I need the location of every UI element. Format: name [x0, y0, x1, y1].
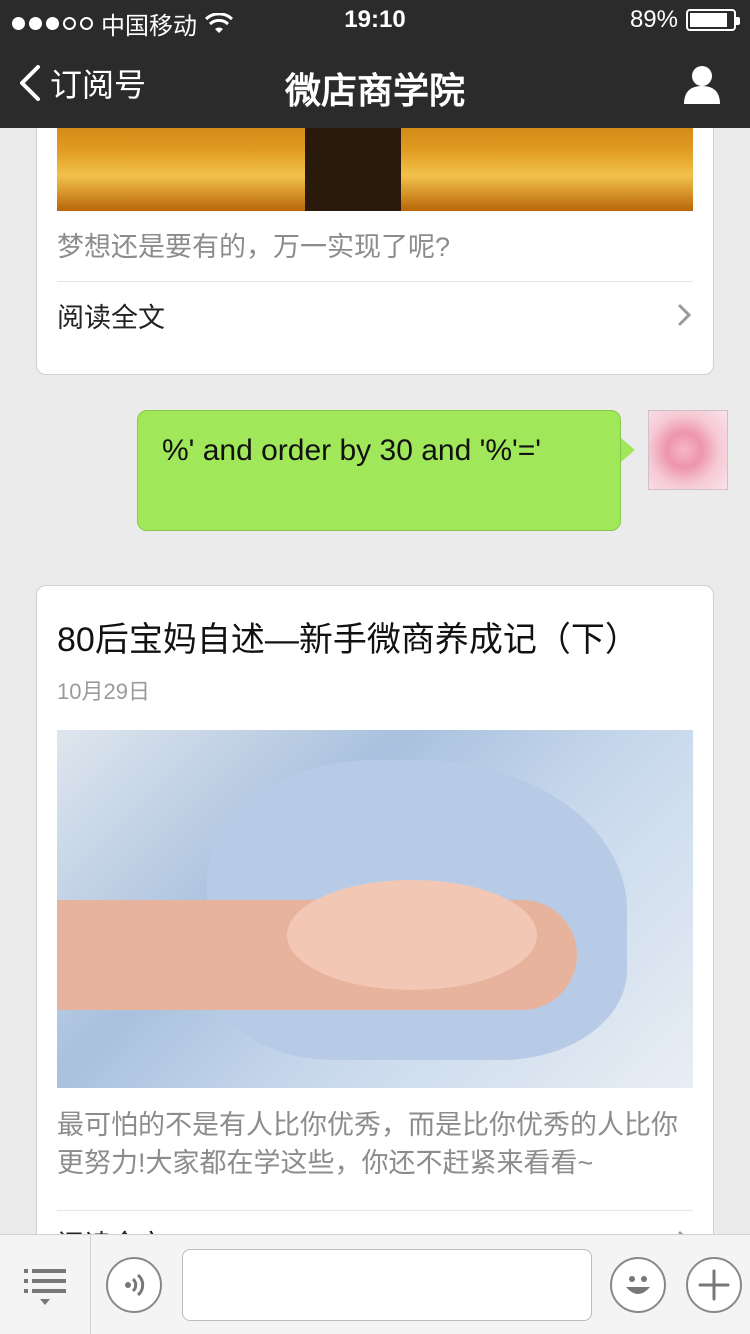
article-description: 最可怕的不是有人比你优秀，而是比你优秀的人比你更努力!大家都在学这些，你还不赶紧…	[57, 1110, 678, 1178]
message-input[interactable]	[182, 1249, 592, 1321]
smiley-icon	[626, 1276, 650, 1294]
read-more-label: 阅读全文	[57, 1223, 165, 1235]
article-headline[interactable]: 80后宝妈自述—新手微商养成记（下）	[57, 612, 639, 661]
read-more-link[interactable]: 阅读全文	[57, 1222, 693, 1234]
battery-icon	[686, 9, 740, 31]
plus-icon	[698, 1269, 730, 1301]
emoji-button[interactable]	[610, 1257, 666, 1313]
article-date: 10月29日	[57, 679, 150, 704]
top-bar: 中国移动 19:10 89% 订阅号 微店商学院	[0, 0, 750, 128]
read-more-link[interactable]: 阅读全文	[57, 295, 693, 335]
more-options-button[interactable]	[686, 1257, 742, 1313]
voice-icon	[125, 1273, 145, 1297]
battery-percent: 89%	[629, 6, 678, 33]
profile-icon[interactable]	[682, 64, 722, 104]
chat-content[interactable]: 梦想还是要有的，万一实现了呢? 阅读全文 %' and order by 30 …	[0, 128, 750, 1234]
article-card[interactable]: 80后宝妈自述—新手微商养成记（下） 10月29日 最可怕的不是有人比你优秀，而…	[36, 585, 714, 1234]
article-description: 梦想还是要有的，万一实现了呢?	[57, 232, 451, 262]
menu-list-icon[interactable]	[22, 1263, 68, 1309]
sent-message[interactable]: %' and order by 30 and '%'='	[137, 410, 635, 531]
divider	[57, 281, 693, 282]
article-card[interactable]: 梦想还是要有的，万一实现了呢? 阅读全文	[36, 128, 714, 375]
navigation-bar: 订阅号 微店商学院	[0, 40, 750, 128]
voice-button[interactable]	[106, 1257, 162, 1313]
bubble-tail	[621, 438, 635, 462]
read-more-label: 阅读全文	[57, 302, 165, 333]
input-toolbar	[0, 1234, 750, 1334]
avatar[interactable]	[648, 410, 728, 490]
divider	[57, 1210, 693, 1211]
message-bubble[interactable]: %' and order by 30 and '%'='	[137, 410, 621, 531]
chevron-right-icon	[678, 304, 692, 326]
status-bar: 中国移动 19:10 89%	[0, 0, 750, 40]
article-cover-image[interactable]	[57, 730, 693, 1088]
article-cover-image[interactable]	[57, 128, 693, 211]
divider	[90, 1235, 91, 1334]
page-title: 微店商学院	[284, 70, 465, 111]
